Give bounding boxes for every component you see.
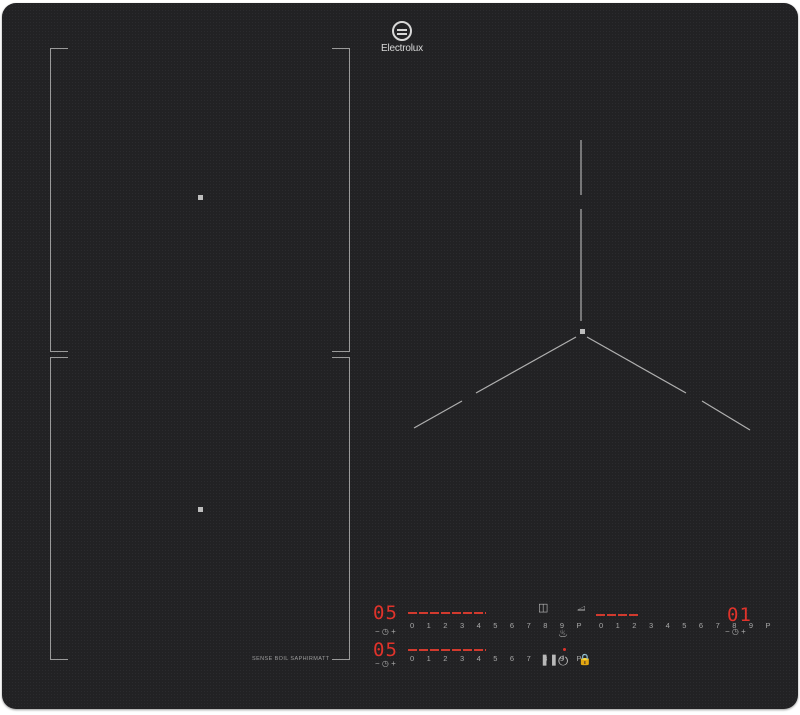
right-level-bar [596,614,640,616]
timer-icon[interactable]: ◷ [382,659,389,668]
model-label: SENSE BOIL SAPHIRMATT [252,656,330,662]
rear-left-timer-controls[interactable]: − ◷ + [375,627,396,636]
front-left-level-bar [408,649,486,651]
timer-minus[interactable]: − [725,627,730,636]
hob2hood-icon[interactable]: ⧡ [577,603,586,614]
lock-icon[interactable]: 🔒 [578,655,592,666]
electrolux-logo-icon [392,21,412,41]
timer-minus[interactable]: − [375,659,380,668]
right-timer-controls[interactable]: − ◷ + [725,627,746,636]
induction-hob-surface: Electrolux SENSE BOIL SAPHIRMATT 05 0 1 … [2,3,798,709]
right-power-display: 01 [727,604,752,626]
timer-icon[interactable]: ◷ [382,627,389,636]
keep-warm-icon[interactable]: ♨ [558,629,568,640]
rear-left-level-bar [408,612,486,614]
brand-logo: Electrolux [374,21,430,54]
right-zone-marking [413,140,751,431]
timer-plus[interactable]: + [391,659,396,668]
timer-plus[interactable]: + [391,627,396,636]
brand-name: Electrolux [381,43,423,54]
timer-minus[interactable]: − [375,627,380,636]
pause-icon[interactable]: ❚❚ [540,655,558,666]
rear-left-power-display: 05 [373,602,398,624]
timer-icon[interactable]: ◷ [732,627,739,636]
power-icon[interactable]: ⏻ [558,654,568,667]
front-left-timer-controls[interactable]: − ◷ + [375,659,396,668]
timer-plus[interactable]: + [741,627,746,636]
power-indicator-dot [563,648,566,651]
bridge-icon[interactable]: ◫ [538,603,548,614]
front-left-power-display: 05 [373,639,398,661]
